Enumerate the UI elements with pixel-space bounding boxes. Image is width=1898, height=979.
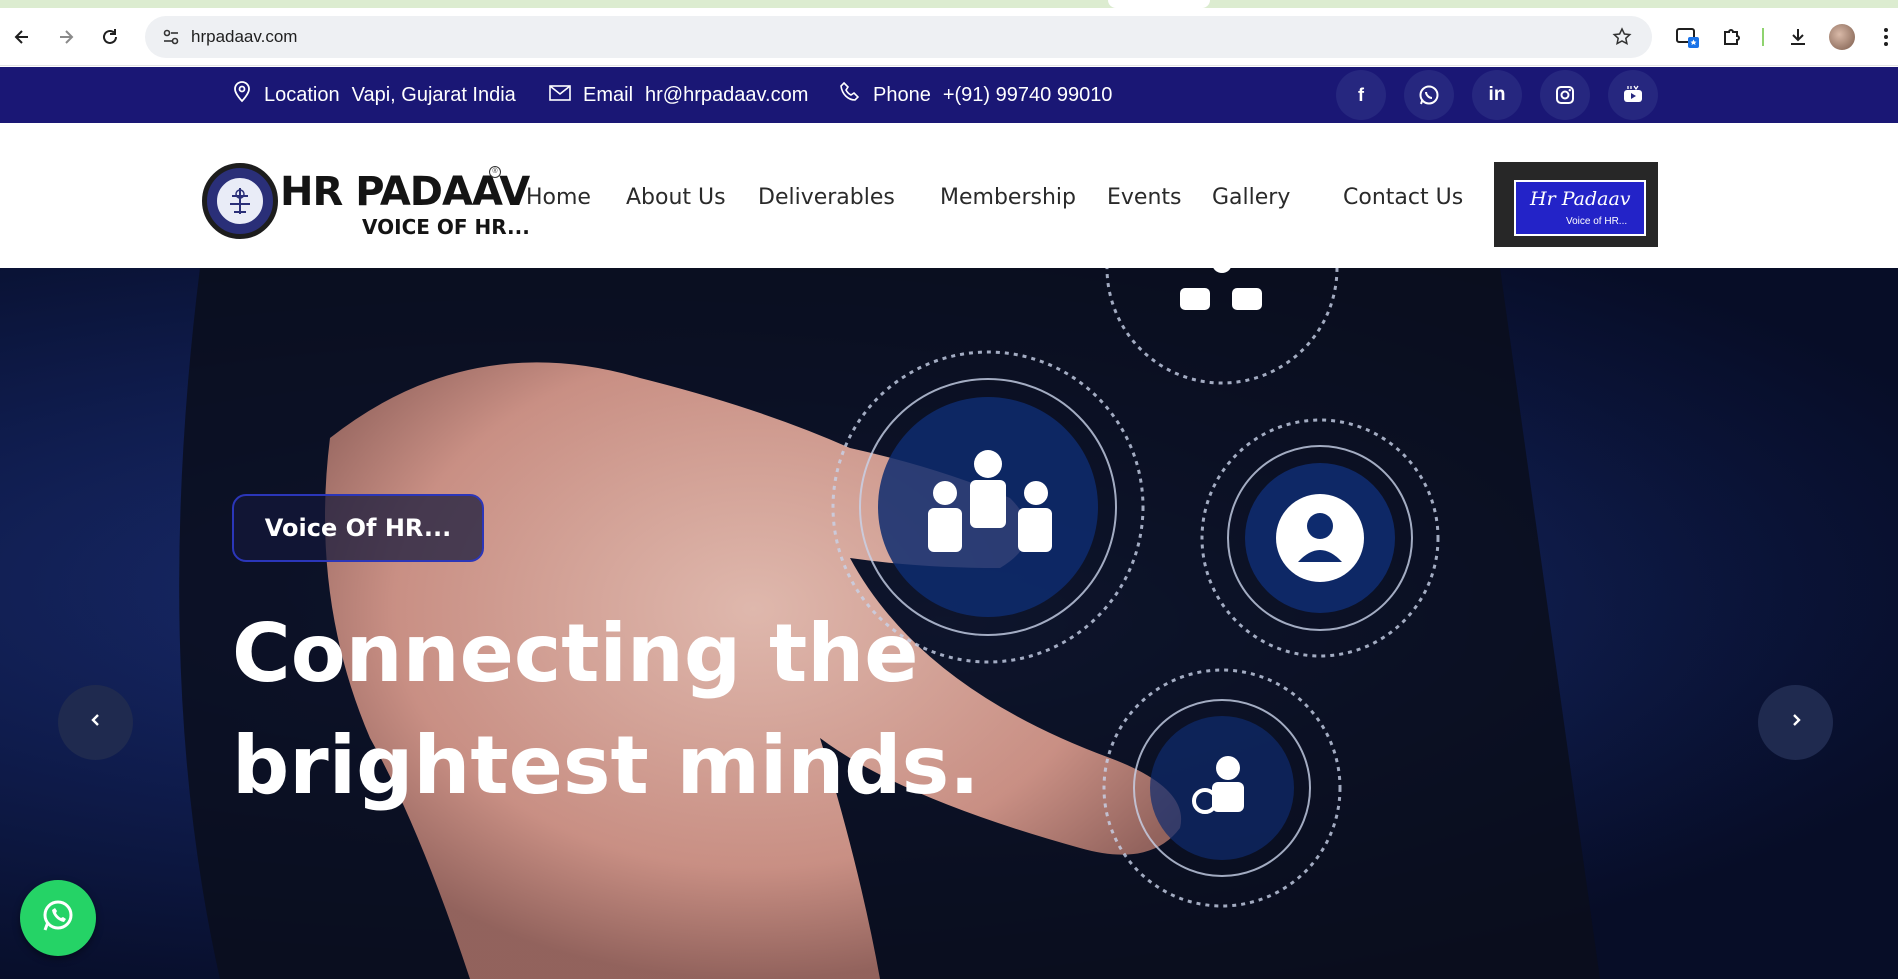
site-header: HR PADAAV VOICE OF HR... ® Home About Us… <box>0 123 1898 268</box>
email-label: Email <box>583 83 634 106</box>
email-value[interactable]: hr@hrpadaav.com <box>645 84 808 107</box>
instagram-icon[interactable] <box>1540 70 1590 120</box>
hero-headline-line-1: Connecting the <box>232 607 919 700</box>
slider-next-button[interactable] <box>1758 685 1833 760</box>
back-icon[interactable] <box>6 21 38 53</box>
nav-gallery[interactable]: Gallery <box>1212 185 1290 210</box>
hero-headline: Connecting the brightest minds. <box>232 598 1132 822</box>
browser-active-tab[interactable] <box>1108 0 1210 8</box>
hero-eyebrow: Voice Of HR... <box>232 494 484 562</box>
url-text[interactable]: hrpadaav.com <box>191 16 297 58</box>
top-info-bar: Location Vapi, Gujarat India Email hr@hr… <box>0 67 1898 123</box>
facebook-icon[interactable]: f <box>1336 70 1386 120</box>
linkedin-icon[interactable]: in <box>1472 70 1522 120</box>
registered-mark-icon: ® <box>489 166 501 178</box>
whatsapp-chat-button[interactable] <box>20 880 96 956</box>
menu-dots-icon[interactable] <box>1870 21 1898 53</box>
nav-deliverables[interactable]: Deliverables <box>758 185 895 210</box>
secondary-logo-badge[interactable]: Hr Padaav Voice of HR... <box>1494 162 1658 247</box>
nav-events[interactable]: Events <box>1107 185 1182 210</box>
youtube-icon[interactable] <box>1608 70 1658 120</box>
badge-title: Hr Padaav <box>1530 188 1631 210</box>
badge-subtitle: Voice of HR... <box>1566 216 1628 227</box>
toolbar-divider <box>1762 28 1764 46</box>
location-label: Location <box>264 83 340 106</box>
hero-slider: Voice Of HR... Connecting the brightest … <box>0 268 1898 979</box>
reload-icon[interactable] <box>94 21 126 53</box>
bookmark-star-icon[interactable] <box>1606 21 1638 53</box>
nav-about-us[interactable]: About Us <box>626 185 726 210</box>
email-icon <box>549 84 571 107</box>
slider-prev-button[interactable] <box>58 685 133 760</box>
phone-label: Phone <box>873 83 931 106</box>
nav-contact-us[interactable]: Contact Us <box>1343 185 1463 210</box>
location-value: Vapi, Gujarat India <box>351 83 516 106</box>
logo-seal-icon <box>202 163 278 239</box>
nav-membership[interactable]: Membership <box>940 185 1076 210</box>
chevron-right-icon <box>1788 712 1804 733</box>
browser-toolbar: hrpadaav.com <box>0 8 1898 66</box>
forward-icon[interactable] <box>50 21 82 53</box>
whatsapp-icon[interactable] <box>1404 70 1454 120</box>
hero-headline-line-2: brightest minds. <box>232 719 980 812</box>
phone-icon <box>839 81 861 109</box>
phone-value[interactable]: +(91) 99740 99010 <box>943 84 1113 107</box>
location-pin-icon <box>232 81 252 109</box>
cast-icon[interactable] <box>1672 21 1704 53</box>
site-logo[interactable]: HR PADAAV VOICE OF HR... ® <box>202 163 530 245</box>
location-info: Location Vapi, Gujarat India <box>232 67 516 123</box>
nav-home[interactable]: Home <box>526 185 591 210</box>
chevron-left-icon <box>88 712 104 733</box>
profile-avatar[interactable] <box>1826 21 1858 53</box>
email-info[interactable]: Email hr@hrpadaav.com <box>549 67 808 123</box>
phone-info[interactable]: Phone +(91) 99740 99010 <box>839 67 1112 123</box>
downloads-icon[interactable] <box>1782 21 1814 53</box>
site-settings-icon[interactable] <box>155 21 187 53</box>
whatsapp-icon <box>39 897 77 940</box>
browser-tab-strip <box>0 0 1898 8</box>
logo-tagline: VOICE OF HR... <box>362 215 530 239</box>
address-bar[interactable]: hrpadaav.com <box>145 16 1652 58</box>
extensions-icon[interactable] <box>1716 21 1748 53</box>
